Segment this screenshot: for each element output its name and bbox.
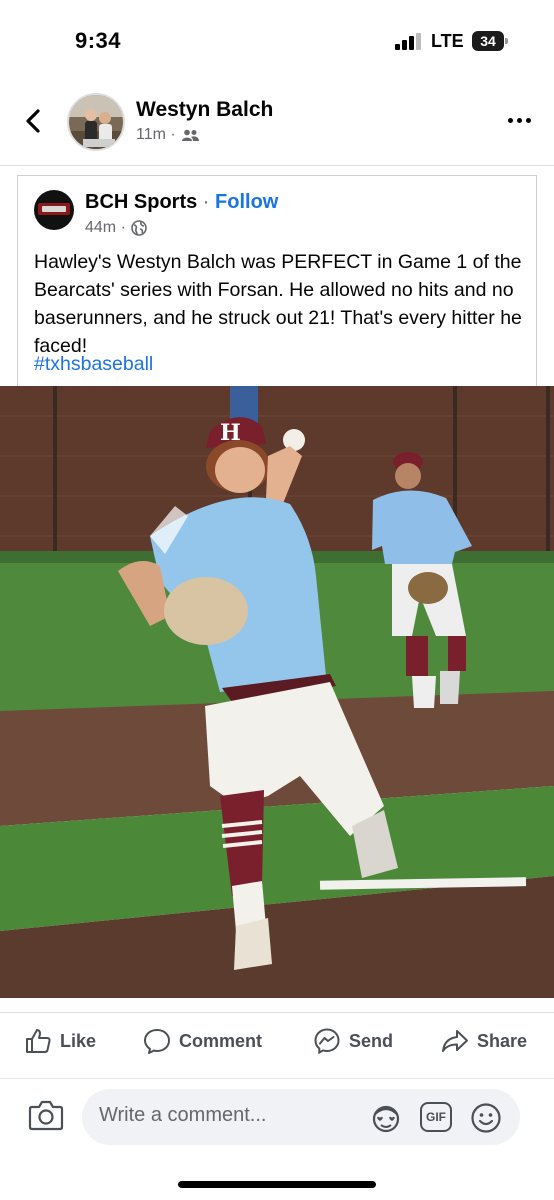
- battery-level: 34: [472, 31, 504, 51]
- comment-bar: Write a comment... GIF: [0, 1078, 554, 1160]
- comment-placeholder: Write a comment...: [99, 1104, 267, 1126]
- avatar-sticker-icon[interactable]: [368, 1102, 404, 1134]
- messenger-icon: [314, 1028, 340, 1055]
- friends-icon: [181, 129, 199, 141]
- status-time: 9:34: [75, 28, 122, 53]
- post-header: Westyn Balch 11m ·: [0, 84, 554, 166]
- camera-icon[interactable]: [28, 1099, 64, 1131]
- share-label: Share: [477, 1030, 528, 1051]
- shared-post-card: BCH Sports · Follow 44m · Hawley's Westy…: [17, 175, 537, 390]
- shared-post-meta: 44m ·: [85, 219, 147, 237]
- like-icon: [26, 1029, 51, 1053]
- shared-post-time: 44m ·: [85, 219, 126, 236]
- status-bar: 9:34 LTE 34: [0, 0, 554, 84]
- share-icon: [442, 1030, 468, 1052]
- post-actions: Like Comment Send Share: [0, 1012, 554, 1068]
- follow-button[interactable]: Follow: [215, 191, 278, 213]
- shared-post-text: Hawley's Westyn Balch was PERFECT in Gam…: [34, 251, 522, 357]
- avatar[interactable]: [67, 93, 125, 151]
- comment-button[interactable]: Comment: [143, 1027, 262, 1055]
- share-button[interactable]: Share: [441, 1027, 527, 1055]
- post-time: 11m ·: [136, 126, 176, 143]
- send-button[interactable]: Send: [313, 1027, 393, 1055]
- more-options-icon[interactable]: [508, 118, 531, 123]
- shared-post-title: BCH Sports · Follow: [85, 191, 278, 214]
- signal-strength-icon: [395, 33, 421, 50]
- post-photo[interactable]: H: [0, 386, 554, 998]
- network-type: LTE: [431, 31, 464, 51]
- hashtag-link[interactable]: #txhsbaseball: [34, 350, 153, 378]
- back-arrow-icon[interactable]: [20, 106, 46, 136]
- page-logo[interactable]: [34, 190, 74, 230]
- like-button[interactable]: Like: [24, 1027, 96, 1055]
- like-label: Like: [60, 1030, 97, 1051]
- send-label: Send: [349, 1030, 394, 1051]
- battery-icon: 34: [472, 31, 508, 51]
- post-meta: 11m ·: [136, 126, 199, 144]
- page-name[interactable]: BCH Sports: [85, 191, 197, 213]
- comment-input[interactable]: Write a comment... GIF: [82, 1089, 520, 1145]
- comment-label: Comment: [179, 1030, 263, 1051]
- home-indicator[interactable]: [178, 1181, 376, 1188]
- comment-icon: [144, 1029, 170, 1054]
- emoji-icon[interactable]: [470, 1102, 502, 1134]
- globe-icon: [131, 220, 147, 236]
- gif-button[interactable]: GIF: [420, 1102, 452, 1132]
- title-separator: ·: [197, 191, 216, 213]
- author-name[interactable]: Westyn Balch: [136, 98, 273, 122]
